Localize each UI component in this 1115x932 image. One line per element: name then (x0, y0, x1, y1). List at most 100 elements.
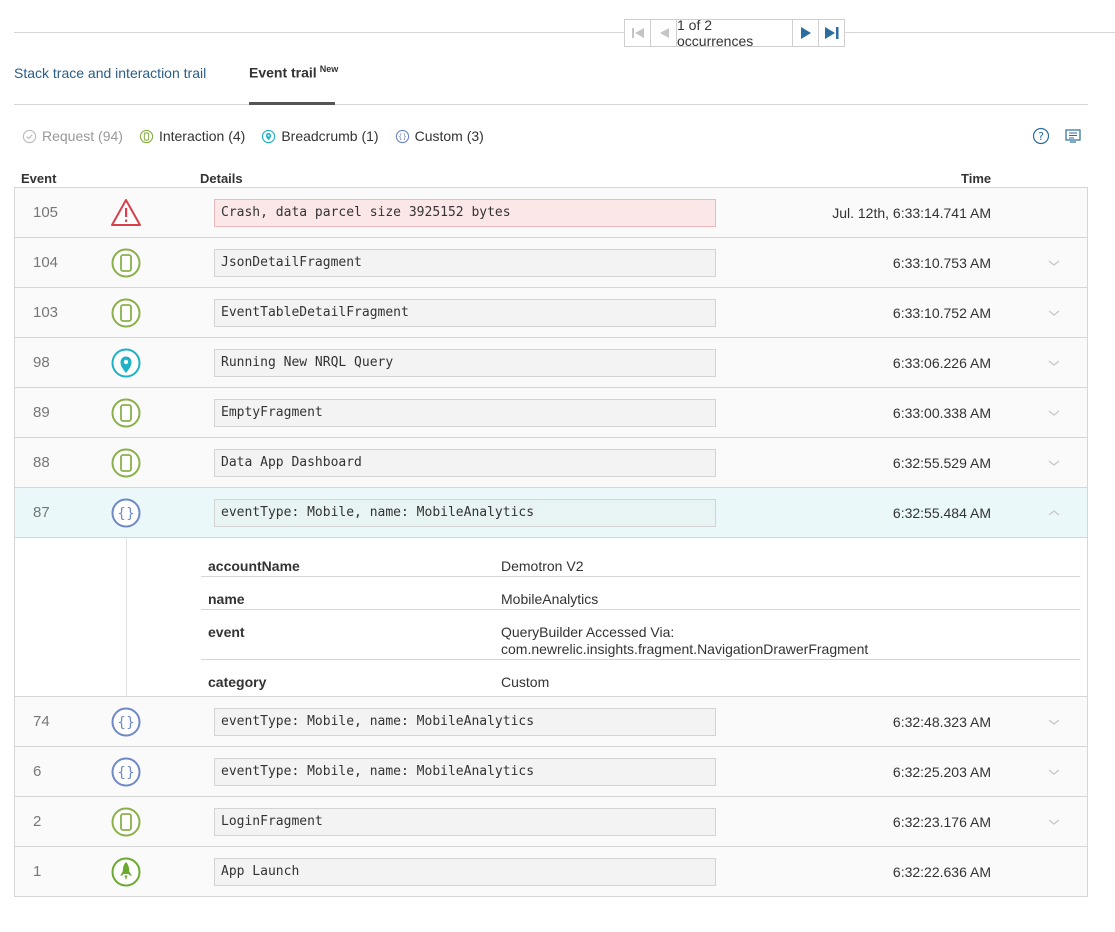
event-time: 6:32:22.636 AM (892, 864, 991, 880)
crash-warning-icon (111, 199, 141, 226)
chevron-down-icon[interactable] (1047, 767, 1061, 777)
filter-custom[interactable]: {} Custom (3) (395, 128, 484, 144)
event-type-filters: Request (94) Interaction (4) Breadcrumb … (22, 127, 500, 145)
table-row[interactable]: 98 Running New NRQL Query 6:33:06.226 AM (15, 338, 1087, 388)
last-page-icon (824, 27, 838, 39)
braces-icon: {} (111, 707, 141, 737)
event-detail: JsonDetailFragment (214, 249, 716, 277)
first-page-button[interactable] (625, 20, 651, 46)
chevron-down-icon[interactable] (1047, 308, 1061, 318)
filter-request-label: Request (94) (42, 128, 123, 144)
event-number: 98 (33, 354, 50, 371)
event-number: 89 (33, 404, 50, 421)
event-number: 74 (33, 713, 50, 730)
phone-icon (111, 398, 141, 428)
pager-divider (14, 32, 1115, 33)
rocket-icon (111, 857, 141, 887)
table-row[interactable]: 1 App Launch 6:32:22.636 AM (15, 847, 1087, 897)
table-row[interactable]: 88 Data App Dashboard 6:32:55.529 AM (15, 438, 1087, 488)
attribute-key: event (208, 624, 245, 640)
svg-text:{}: {} (117, 765, 135, 781)
attribute-key: category (208, 674, 267, 690)
event-time: 6:33:00.338 AM (892, 405, 991, 421)
chevron-down-icon[interactable] (1047, 358, 1061, 368)
pin-icon (111, 348, 141, 378)
braces-icon: {} (111, 498, 141, 528)
table-row[interactable]: 89 EmptyFragment 6:33:00.338 AM (15, 388, 1087, 438)
event-attributes-panel: accountName Demotron V2 name MobileAnaly… (15, 538, 1087, 697)
filter-interaction[interactable]: Interaction (4) (139, 128, 245, 144)
event-time: 6:32:55.529 AM (892, 455, 991, 471)
export-icon[interactable] (1064, 127, 1082, 145)
event-time: 6:33:10.753 AM (892, 255, 991, 271)
first-page-icon (631, 28, 644, 38)
table-row[interactable]: 103 EventTableDetailFragment 6:33:10.752… (15, 288, 1087, 338)
table-row[interactable]: 6 {} eventType: Mobile, name: MobileAnal… (15, 747, 1087, 797)
tab-bar: Stack trace and interaction trail Event … (14, 60, 1088, 105)
event-time: 6:33:06.226 AM (892, 355, 991, 371)
event-time: 6:32:55.484 AM (892, 505, 991, 521)
event-number: 6 (33, 763, 42, 780)
attribute-row: name MobileAnalytics (201, 577, 1080, 610)
phone-icon (111, 298, 141, 328)
event-detail: Running New NRQL Query (214, 349, 716, 377)
event-number: 105 (33, 204, 59, 221)
chevron-down-icon[interactable] (1047, 458, 1061, 468)
event-time: Jul. 12th, 6:33:14.741 AM (832, 205, 991, 221)
column-header-event: Event (21, 171, 57, 186)
event-time: 6:32:48.323 AM (892, 714, 991, 730)
attribute-row: accountName Demotron V2 (201, 544, 1080, 577)
attribute-value: QueryBuilder Accessed Via: com.newrelic.… (501, 624, 868, 658)
chevron-down-icon[interactable] (1047, 817, 1061, 827)
filter-breadcrumb-label: Breadcrumb (1) (281, 128, 379, 144)
chevron-down-icon[interactable] (1047, 258, 1061, 268)
event-number: 2 (33, 813, 42, 830)
event-number: 103 (33, 304, 59, 321)
braces-icon: {} (395, 129, 409, 143)
table-row-expanded[interactable]: 87 {} eventType: Mobile, name: MobileAna… (15, 488, 1087, 538)
timeline-line (126, 538, 127, 696)
table-row[interactable]: 105 Crash, data parcel size 3925152 byte… (15, 188, 1087, 238)
table-row[interactable]: 74 {} eventType: Mobile, name: MobileAna… (15, 697, 1087, 747)
table-row[interactable]: 104 JsonDetailFragment 6:33:10.753 AM (15, 238, 1087, 288)
phone-icon (111, 448, 141, 478)
chevron-up-icon[interactable] (1047, 508, 1061, 518)
phone-icon (111, 248, 141, 278)
event-detail: EventTableDetailFragment (214, 299, 716, 327)
filter-breadcrumb[interactable]: Breadcrumb (1) (261, 128, 379, 144)
help-icon[interactable]: ? (1032, 127, 1050, 145)
table-row[interactable]: 2 LoginFragment 6:32:23.176 AM (15, 797, 1087, 847)
phone-icon (111, 807, 141, 837)
braces-icon: {} (111, 757, 141, 787)
chevron-down-icon[interactable] (1047, 717, 1061, 727)
event-number: 104 (33, 254, 59, 271)
next-page-icon (800, 27, 811, 39)
event-detail: eventType: Mobile, name: MobileAnalytics (214, 758, 716, 786)
event-detail: Data App Dashboard (214, 449, 716, 477)
filter-custom-label: Custom (3) (414, 128, 484, 144)
svg-text:{}: {} (398, 131, 407, 140)
filter-request[interactable]: Request (94) (22, 128, 123, 144)
attribute-value-line: com.newrelic.insights.fragment.Navigatio… (501, 641, 869, 657)
event-time: 6:32:23.176 AM (892, 814, 991, 830)
tab-event-trail-label: Event trail (249, 64, 317, 81)
prev-page-button[interactable] (651, 20, 677, 46)
next-page-button[interactable] (792, 20, 818, 46)
column-header-details: Details (200, 171, 243, 186)
new-badge: New (319, 64, 339, 74)
attribute-key: name (208, 591, 245, 607)
trail-tools: ? (1032, 127, 1082, 145)
event-detail: eventType: Mobile, name: MobileAnalytics (214, 499, 716, 527)
prev-page-icon (659, 28, 669, 38)
last-page-button[interactable] (818, 20, 844, 46)
chevron-down-icon[interactable] (1047, 408, 1061, 418)
attribute-value: Custom (501, 674, 550, 690)
occurrence-counter: 1 of 2 occurrences (677, 17, 754, 49)
attribute-value-line: QueryBuilder Accessed Via: (501, 624, 675, 640)
active-tab-indicator (249, 102, 335, 105)
filter-interaction-label: Interaction (4) (158, 128, 246, 144)
attribute-key: accountName (208, 558, 300, 574)
event-number: 88 (33, 454, 50, 471)
tab-stack-trace[interactable]: Stack trace and interaction trail (14, 65, 206, 110)
event-number: 1 (33, 863, 42, 880)
